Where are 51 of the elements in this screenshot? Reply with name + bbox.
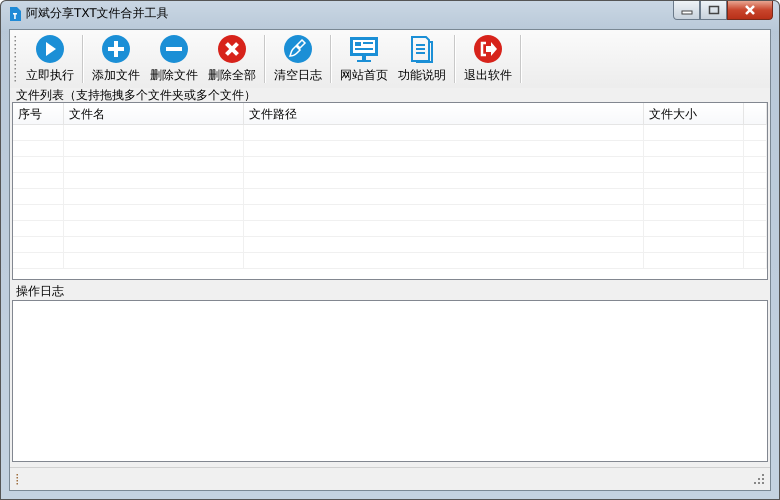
- maximize-icon: [708, 5, 720, 15]
- play-icon: [35, 34, 65, 64]
- table-cell: [13, 253, 64, 269]
- toolbar-button[interactable]: 清空日志: [269, 32, 327, 86]
- column-header[interactable]: 文件大小: [644, 103, 744, 125]
- table-cell: [13, 157, 64, 173]
- toolbar-button[interactable]: 网站首页: [335, 32, 393, 86]
- toolbar-button[interactable]: 功能说明: [393, 32, 451, 86]
- table-cell: [744, 237, 767, 253]
- table-cell: [744, 125, 767, 141]
- table-cell: [744, 253, 767, 269]
- table-cell: [13, 141, 64, 157]
- minus-icon: [159, 34, 189, 64]
- close-button[interactable]: [727, 1, 773, 20]
- table-cell: [13, 125, 64, 141]
- toolbar-button[interactable]: 立即执行: [21, 32, 79, 86]
- table-cell: [13, 189, 64, 205]
- add-icon: [101, 34, 131, 64]
- column-header[interactable]: 文件路径: [244, 103, 644, 125]
- brush-icon: [283, 34, 313, 64]
- document-icon: [9, 6, 21, 20]
- toolbar-button[interactable]: 添加文件: [87, 32, 145, 86]
- delete-icon: [217, 34, 247, 64]
- section-title: 操作日志: [15, 284, 65, 298]
- table-cell: [744, 221, 767, 237]
- close-icon: [743, 5, 757, 15]
- table-cell: [13, 173, 64, 189]
- table-cell: [13, 205, 64, 221]
- column-header[interactable]: 序号: [13, 103, 64, 125]
- maximize-button[interactable]: [700, 1, 727, 20]
- window-title: 阿斌分享TXT文件合并工具: [26, 5, 169, 22]
- grip-icon: [16, 473, 19, 485]
- section-title: 文件列表（支持拖拽多个文件夹或多个文件）: [15, 88, 257, 102]
- table-cell: [13, 221, 64, 237]
- grip-icon: [14, 34, 17, 84]
- resize-grip-icon: [754, 474, 764, 484]
- table-cell: [744, 157, 767, 173]
- minimize-button[interactable]: [673, 1, 700, 20]
- monitor-icon: [349, 34, 379, 64]
- exit-icon: [473, 34, 503, 64]
- column-header: [744, 103, 767, 125]
- table-cell: [13, 237, 64, 253]
- toolbar-button[interactable]: 退出软件: [459, 32, 517, 86]
- toolbar-button[interactable]: 删除全部: [203, 32, 261, 86]
- table-cell: [744, 173, 767, 189]
- table-cell: [744, 141, 767, 157]
- column-header[interactable]: 文件名: [64, 103, 244, 125]
- file-table[interactable]: 序号 文件名 文件路径 文件大小: [12, 102, 768, 280]
- table-cell: [744, 189, 767, 205]
- table-cell: [744, 205, 767, 221]
- toolbar-button[interactable]: 删除文件: [145, 32, 203, 86]
